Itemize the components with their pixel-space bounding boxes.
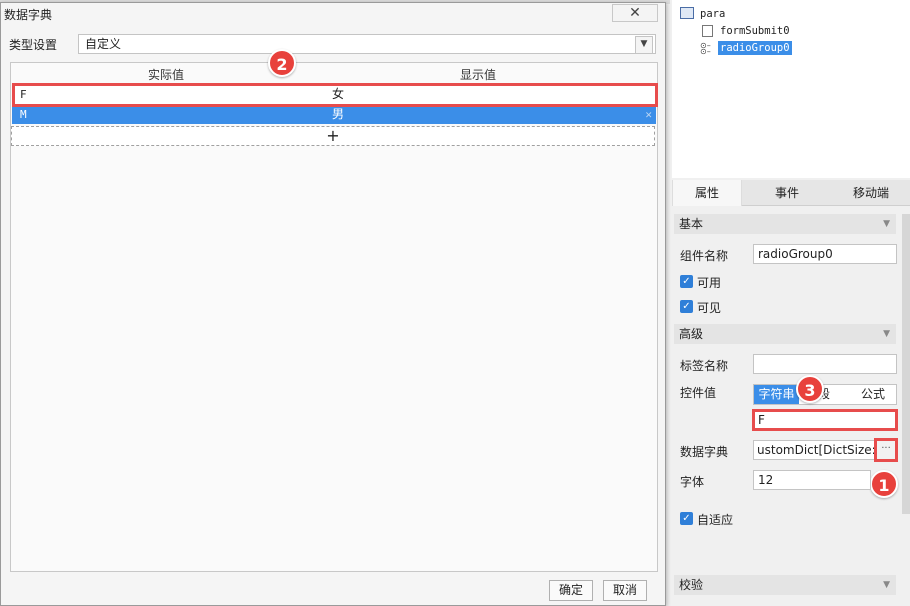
data-dict-input[interactable]: ustomDict[DictSize:2] xyxy=(753,440,877,460)
segment-formula[interactable]: 公式 xyxy=(850,385,896,404)
column-header-actual: 实际值 xyxy=(148,68,185,82)
tag-name-input[interactable] xyxy=(753,354,897,374)
font-label: 字体 xyxy=(680,475,705,489)
auto-fit-checkbox[interactable]: ✓ xyxy=(680,512,693,525)
segment-string[interactable]: 字符串 xyxy=(754,385,799,404)
properties-scrollbar[interactable] xyxy=(902,214,910,514)
auto-fit-label: 自适应 xyxy=(697,513,734,527)
highlight-box-dict-button xyxy=(874,438,898,462)
control-value-label: 控件值 xyxy=(680,386,717,400)
dialog-title: 数据字典 xyxy=(4,8,53,22)
enabled-label: 可用 xyxy=(697,276,722,290)
section-verify-label: 校验 xyxy=(679,578,704,592)
tag-name-label: 标签名称 xyxy=(680,359,729,373)
highlight-box-row xyxy=(12,83,658,107)
section-advanced[interactable]: 高级 ▼ xyxy=(674,324,896,344)
form-icon xyxy=(680,7,694,19)
component-name-input[interactable]: radioGroup0 xyxy=(753,244,897,264)
row-value: 男 xyxy=(332,107,345,121)
section-verify[interactable]: 校验 ▼ xyxy=(674,575,896,595)
step-badge-1: 1 xyxy=(870,470,898,498)
cancel-button[interactable]: 取消 xyxy=(603,580,647,601)
row-key: M xyxy=(20,108,27,121)
type-setting-select[interactable]: 自定义 ▼ xyxy=(78,34,656,54)
visible-checkbox[interactable]: ✓ xyxy=(680,300,693,313)
tree-node-formsubmit[interactable]: formSubmit0 xyxy=(720,25,790,37)
tree-node-para[interactable]: para xyxy=(700,8,725,20)
tab-events[interactable]: 事件 xyxy=(752,180,822,206)
tab-mobile[interactable]: 移动端 xyxy=(832,180,910,206)
visible-label: 可见 xyxy=(697,301,722,315)
radio-group-icon: ⊙– ⊙– xyxy=(700,41,711,56)
add-row-button[interactable]: + xyxy=(11,126,655,146)
tab-properties[interactable]: 属性 xyxy=(672,180,742,206)
delete-row-icon[interactable]: ✕ xyxy=(645,105,652,124)
type-setting-label: 类型设置 xyxy=(9,38,58,52)
chevron-down-icon[interactable]: ▼ xyxy=(635,36,653,54)
column-header-display: 显示值 xyxy=(460,68,497,82)
font-size-input[interactable]: 12 xyxy=(753,470,871,490)
type-setting-value: 自定义 xyxy=(85,37,122,51)
chevron-down-icon: ▼ xyxy=(883,580,890,590)
data-dict-label: 数据字典 xyxy=(680,445,729,459)
chevron-down-icon: ▼ xyxy=(883,219,890,229)
step-badge-3: 3 xyxy=(796,375,824,403)
section-advanced-label: 高级 xyxy=(679,327,704,341)
step-badge-2: 2 xyxy=(268,49,296,77)
table-row[interactable]: M 男 ✕ xyxy=(12,105,656,124)
ok-button[interactable]: 确定 xyxy=(549,580,593,601)
close-icon[interactable]: ✕ xyxy=(612,4,658,22)
search-doc-icon xyxy=(702,25,713,37)
section-basic[interactable]: 基本 ▼ xyxy=(674,214,896,234)
tree-node-radiogroup[interactable]: radioGroup0 xyxy=(718,41,792,55)
section-basic-label: 基本 xyxy=(679,217,704,231)
component-name-label: 组件名称 xyxy=(680,249,729,263)
chevron-down-icon: ▼ xyxy=(883,329,890,339)
highlight-box-value xyxy=(752,409,898,431)
enabled-checkbox[interactable]: ✓ xyxy=(680,275,693,288)
